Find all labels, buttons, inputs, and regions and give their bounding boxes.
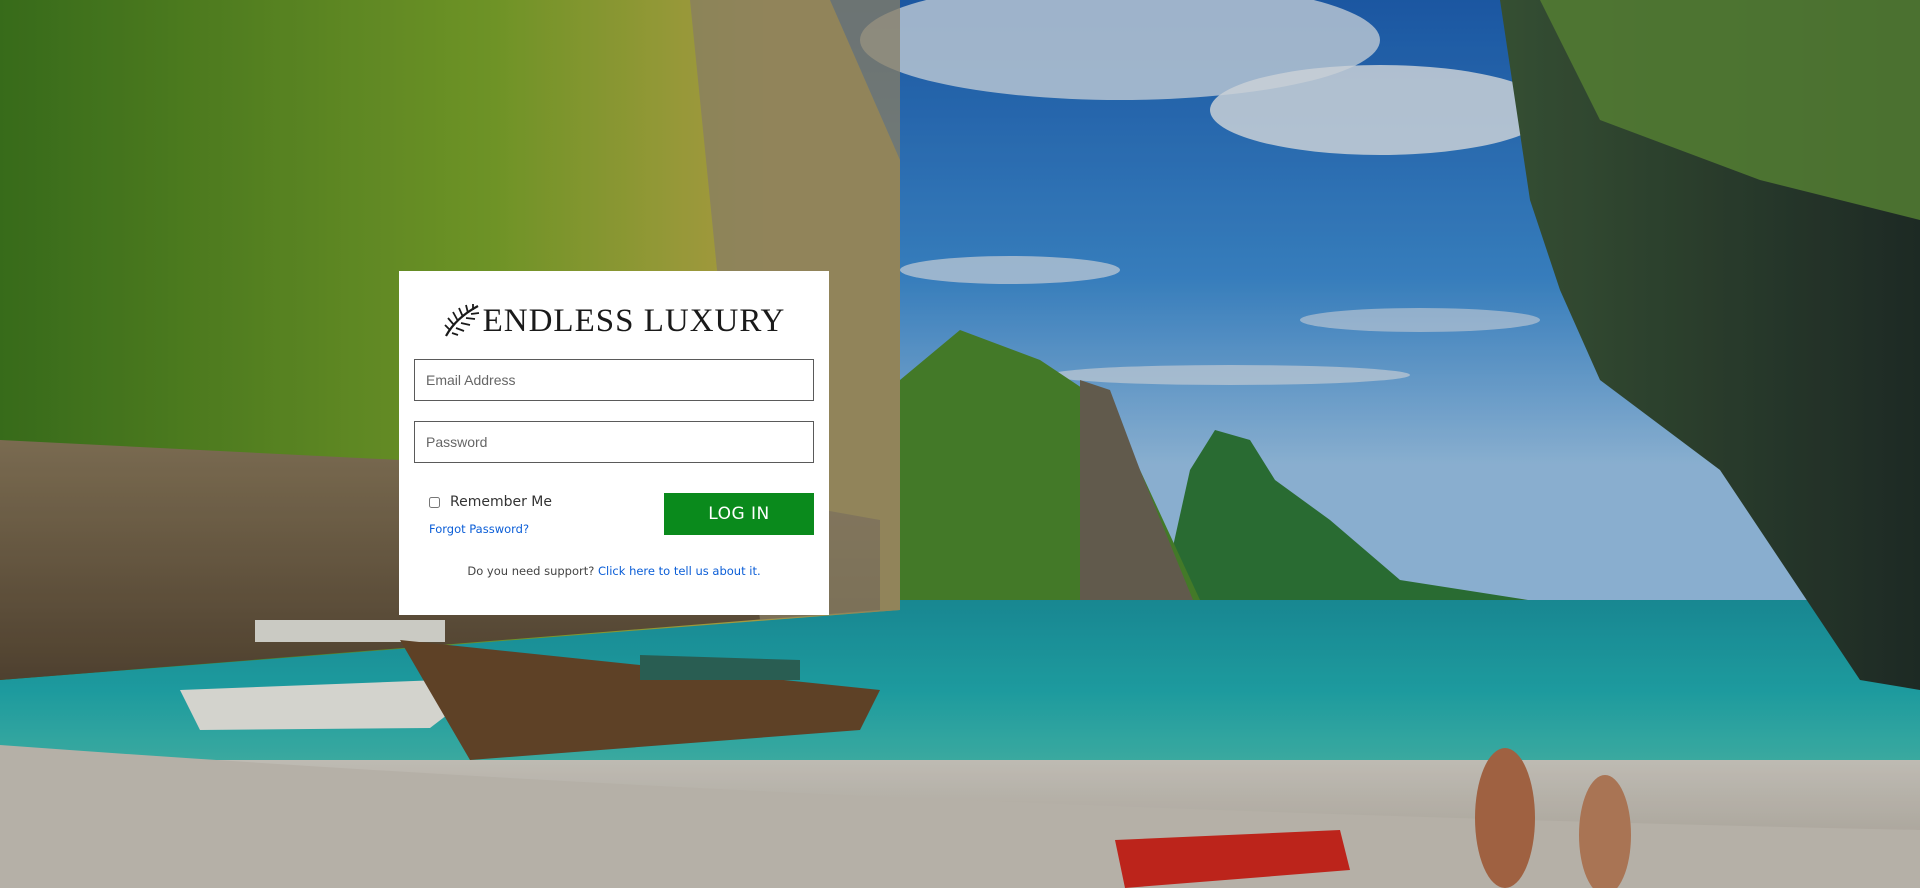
- password-field[interactable]: [414, 421, 814, 463]
- forgot-password-link[interactable]: Forgot Password?: [429, 522, 529, 536]
- support-link[interactable]: Click here to tell us about it.: [598, 564, 761, 578]
- login-card: ENDLESS LUXURY Remember Me Forgot Passwo…: [399, 271, 829, 615]
- brand-logo: ENDLESS LUXURY: [399, 301, 829, 341]
- remember-me[interactable]: Remember Me: [429, 494, 552, 510]
- background-beach-image: [0, 0, 1920, 888]
- support-text: Do you need support?: [467, 564, 595, 578]
- remember-me-checkbox[interactable]: [429, 496, 440, 508]
- palm-leaf-icon: [443, 304, 479, 337]
- remember-me-label: Remember Me: [450, 494, 552, 510]
- support-message: Do you need support? Click here to tell …: [399, 564, 829, 578]
- email-field[interactable]: [414, 359, 814, 401]
- login-button[interactable]: LOG IN: [664, 493, 814, 535]
- brand-name: ENDLESS LUXURY: [482, 303, 786, 339]
